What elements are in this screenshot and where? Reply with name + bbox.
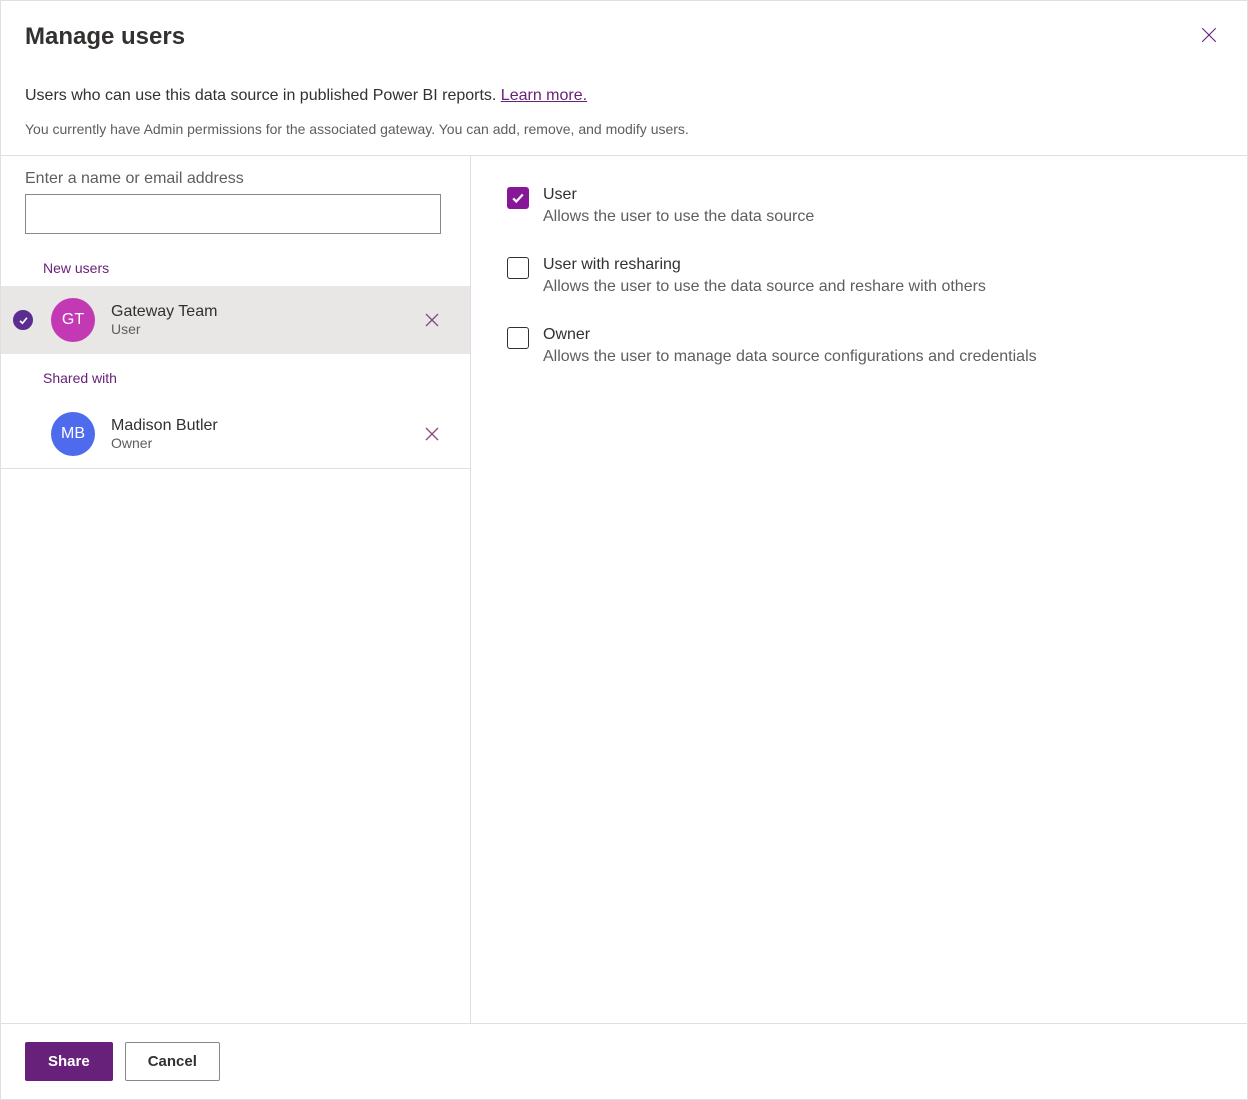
user-row[interactable]: MB Madison Butler Owner [1, 400, 470, 468]
permissions-note: You currently have Admin permissions for… [25, 121, 1223, 137]
avatar: GT [51, 298, 95, 342]
share-button[interactable]: Share [25, 1042, 113, 1081]
enter-section: Enter a name or email address [1, 156, 470, 234]
remove-user-icon[interactable] [418, 306, 446, 334]
dialog-footer: Share Cancel [1, 1023, 1247, 1099]
permission-title: User [543, 186, 1211, 204]
avatar: MB [51, 412, 95, 456]
permission-title: User with resharing [543, 256, 1211, 274]
user-info: Gateway Team User [111, 303, 418, 337]
select-badge-icon[interactable] [13, 310, 33, 330]
permission-description: Allows the user to manage data source co… [543, 348, 1211, 366]
permission-option-owner: Owner Allows the user to manage data sou… [507, 326, 1211, 366]
remove-user-icon[interactable] [418, 420, 446, 448]
users-list: New users GT Gateway Team User [1, 234, 470, 469]
permission-description: Allows the user to use the data source [543, 208, 1211, 226]
manage-users-dialog: Manage users Users who can use this data… [0, 0, 1248, 1100]
new-users-label: New users [1, 234, 470, 286]
email-input-label: Enter a name or email address [25, 170, 446, 188]
permission-title: Owner [543, 326, 1211, 344]
user-row[interactable]: GT Gateway Team User [1, 286, 470, 354]
permission-option-resharing: User with resharing Allows the user to u… [507, 256, 1211, 296]
dialog-title: Manage users [25, 23, 1223, 51]
cancel-button[interactable]: Cancel [125, 1042, 220, 1081]
permission-checkbox[interactable] [507, 257, 529, 279]
dialog-body: Enter a name or email address New users … [1, 156, 1247, 1023]
user-info: Madison Butler Owner [111, 417, 418, 451]
email-input[interactable] [25, 194, 441, 234]
permission-text: User with resharing Allows the user to u… [543, 256, 1211, 296]
permission-text: User Allows the user to use the data sou… [543, 186, 1211, 226]
permission-checkbox[interactable] [507, 187, 529, 209]
permission-text: Owner Allows the user to manage data sou… [543, 326, 1211, 366]
permission-description: Allows the user to use the data source a… [543, 278, 1211, 296]
shared-with-label: Shared with [1, 354, 470, 400]
left-pane: Enter a name or email address New users … [1, 156, 471, 1023]
user-role: User [111, 321, 418, 337]
dialog-header: Manage users Users who can use this data… [1, 1, 1247, 156]
close-icon[interactable] [1195, 21, 1223, 49]
permission-checkbox[interactable] [507, 327, 529, 349]
user-name: Madison Butler [111, 417, 418, 435]
dialog-description: Users who can use this data source in pu… [25, 87, 1223, 105]
user-name: Gateway Team [111, 303, 418, 321]
permission-option-user: User Allows the user to use the data sou… [507, 186, 1211, 226]
user-role: Owner [111, 435, 418, 451]
right-pane: User Allows the user to use the data sou… [471, 156, 1247, 1023]
learn-more-link[interactable]: Learn more. [501, 87, 587, 104]
